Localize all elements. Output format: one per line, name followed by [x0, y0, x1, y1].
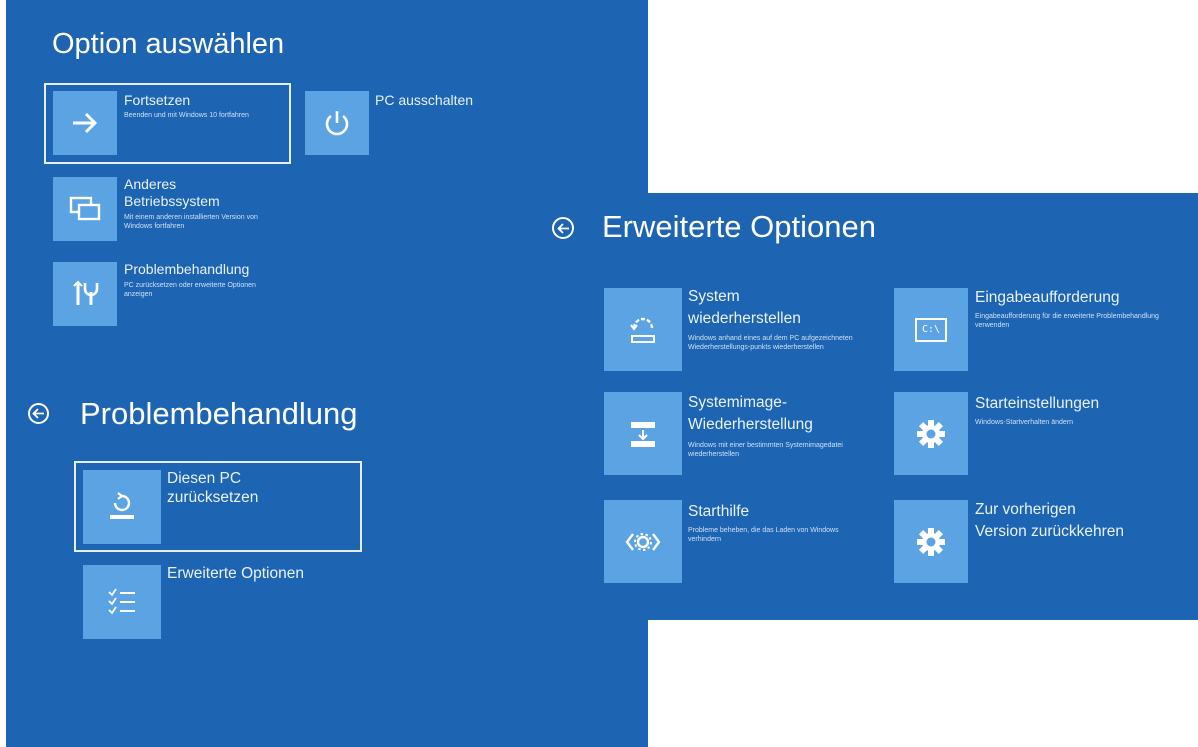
option-starthilfe-desc: Probleme beheben, die das Laden von Wind…: [688, 527, 839, 543]
option-systemimage-label-line1: Systemimage-: [688, 394, 788, 411]
checklist-icon: [83, 565, 161, 639]
arrow-right-icon: [53, 91, 117, 155]
option-starteinstellungen-label: Starteinstellungen: [975, 395, 1100, 412]
option-zur-vorherigen-label-line2: Version zurückkehren: [975, 523, 1125, 540]
page-title-problembehandlung: Problembehandlung: [80, 396, 358, 431]
option-problembehandlung-label: Problembehandlung: [124, 261, 250, 277]
windows-stack-icon: [53, 177, 117, 241]
option-anderes-label-line1: Anderes: [124, 176, 177, 192]
command-prompt-icon: C:\: [894, 288, 968, 371]
system-restore-icon: [604, 288, 682, 371]
option-eingabeaufforderung-label: Eingabeaufforderung: [975, 289, 1120, 306]
option-systemimage-label-line2: Wiederherstellung: [688, 416, 813, 433]
page-title-option-auswaehlen: Option auswählen: [52, 28, 285, 60]
command-prompt-icon-text: C:\: [915, 317, 947, 342]
tools-icon: [53, 262, 117, 326]
page-title-erweiterte-optionen: Erweiterte Optionen: [602, 209, 876, 244]
option-starthilfe-label: Starthilfe: [688, 503, 750, 520]
gear-icon: [894, 392, 968, 475]
option-system-label-line1: System: [688, 288, 740, 305]
option-fortsetzen-desc: Beenden und mit Windows 10 fortfahren: [124, 112, 249, 119]
option-starteinstellungen-desc: Windows-Startverhalten ändern: [975, 419, 1074, 426]
option-system-desc: Windows anhand eines auf dem PC aufgezei…: [688, 335, 853, 351]
power-icon: [305, 91, 369, 155]
option-eingabeaufforderung-desc: Eingabeaufforderung für die erweiterte P…: [975, 313, 1159, 329]
option-zur-vorherigen-label-line1: Zur vorherigen: [975, 501, 1076, 518]
option-anderes-label-line2: Betriebssystem: [124, 193, 220, 209]
option-fortsetzen-label: Fortsetzen: [124, 92, 191, 108]
back-arrow-icon-erweiterte[interactable]: [552, 217, 574, 239]
startup-repair-icon: [604, 500, 682, 583]
gear-icon: [894, 500, 968, 583]
option-diesen-pc-label-line1: Diesen PC: [167, 470, 242, 487]
option-pc-ausschalten-label: PC ausschalten: [375, 92, 474, 108]
option-systemimage-desc: Windows mit einer bestimmten Systemimage…: [688, 442, 843, 458]
option-diesen-pc-label-line2: zurücksetzen: [167, 489, 259, 506]
option-erweiterte-optionen-label: Erweiterte Optionen: [167, 565, 304, 582]
back-arrow-icon[interactable]: [28, 403, 49, 424]
option-problembehandlung-desc: PC zurücksetzen oder erweiterte Optionen…: [124, 282, 256, 298]
reset-pc-icon: [83, 470, 161, 544]
system-image-icon: [604, 392, 682, 475]
option-system-label-line2: wiederherstellen: [688, 310, 801, 327]
option-anderes-desc: Mit einem anderen installierten Version …: [124, 214, 258, 230]
